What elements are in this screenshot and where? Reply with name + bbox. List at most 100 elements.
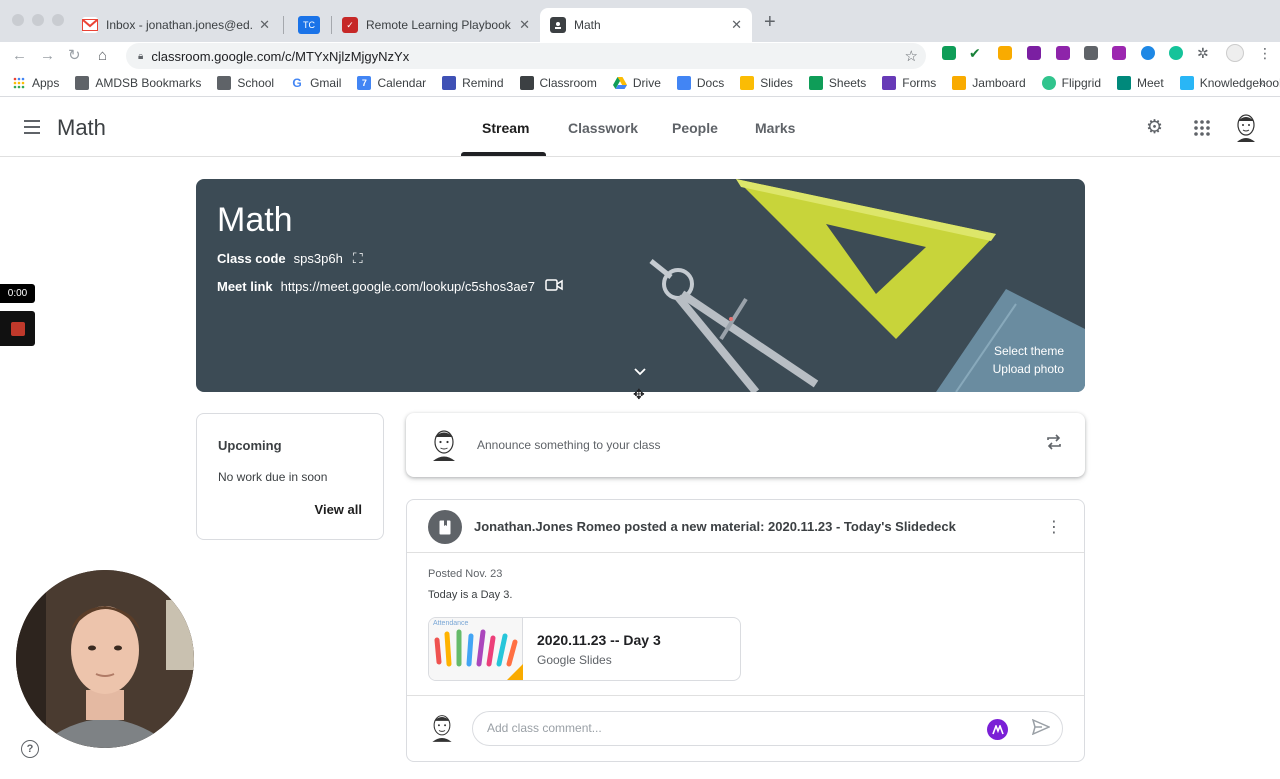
address-bar[interactable]: 🔒︎ classroom.google.com/c/MTYxNjlzMjgyNz… (126, 43, 926, 69)
chevron-down-icon[interactable] (634, 363, 646, 379)
post-body: Today is a Day 3. (428, 589, 513, 601)
reload-icon[interactable]: ↻ (68, 46, 81, 66)
bookmark-docs[interactable]: Docs (676, 76, 724, 90)
view-all-link[interactable]: View all (315, 502, 362, 517)
bookmark-apps[interactable]: Apps (12, 76, 59, 90)
b-extension-icon[interactable] (1027, 46, 1041, 60)
folder-icon (217, 76, 232, 90)
classroom-header: Math Stream Classwork People Marks ⚙ (0, 98, 1280, 157)
classroom-icon (519, 76, 534, 90)
send-icon[interactable] (1031, 718, 1051, 740)
announce-placeholder: Announce something to your class (477, 438, 661, 452)
select-theme-link[interactable]: Select theme (994, 344, 1064, 358)
star-icon[interactable]: ☆ (905, 47, 918, 65)
upcoming-card: Upcoming No work due in soon View all (196, 413, 384, 540)
tab-people[interactable]: People (672, 120, 718, 136)
bookmark-jamboard[interactable]: Jamboard (952, 76, 1026, 90)
bookmark-flipgrid[interactable]: Flipgrid (1041, 76, 1101, 90)
help-icon[interactable]: ? (21, 740, 39, 758)
presenter-video (16, 570, 194, 748)
repost-icon[interactable] (1045, 433, 1063, 457)
webcam-overlay (16, 570, 194, 748)
playbook-icon: ✓ (342, 17, 358, 33)
url-text: classroom.google.com/c/MTYxNjlzMjgyNzYx (151, 48, 410, 64)
window-zoom-button[interactable] (52, 14, 64, 26)
stream-post: Jonathan.Jones Romeo posted a new materi… (406, 499, 1085, 762)
puzzle-purple-extension-icon[interactable] (1056, 46, 1070, 60)
browser-tab-gmail[interactable]: Inbox - jonathan.jones@ed.amdsb.ca ✕ (72, 8, 280, 42)
browser-tab-playbook[interactable]: ✓ Remote Learning Playbook ✕ (332, 8, 540, 42)
meet-icon (1117, 76, 1131, 90)
pdf-extension-icon[interactable] (1084, 46, 1098, 60)
sheets-extension-icon[interactable] (942, 46, 956, 60)
bookmark-drive[interactable]: Drive (612, 76, 661, 90)
bookmark-slides[interactable]: Slides (740, 76, 793, 90)
menu-icon[interactable] (24, 120, 40, 134)
extension-badge-icon[interactable] (987, 719, 1008, 740)
check-extension-icon[interactable]: ✔ (969, 46, 983, 60)
tab-stream[interactable]: Stream (482, 120, 529, 136)
bookmark-meet[interactable]: Meet (1117, 76, 1164, 90)
close-icon[interactable]: ✕ (519, 17, 530, 33)
close-icon[interactable]: ✕ (731, 17, 742, 33)
bookmark-forms[interactable]: Forms (882, 76, 936, 90)
extensions-puzzle-icon[interactable]: ✲ (1197, 46, 1211, 60)
class-comment-input[interactable]: Add class comment... (472, 711, 1063, 746)
close-icon[interactable]: ✕ (259, 17, 270, 33)
slides-icon (740, 76, 755, 90)
sheets-icon (808, 76, 823, 90)
bookmark-gmail[interactable]: G Gmail (290, 76, 341, 90)
bookmark-classroom[interactable]: Classroom (519, 76, 597, 90)
post-title[interactable]: Jonathan.Jones Romeo posted a new materi… (474, 519, 956, 534)
jamboard-icon (952, 76, 967, 90)
bookmarks-bar: Apps AMDSB Bookmarks School G Gmail 7 Cale… (0, 70, 1280, 97)
bookmark-calendar[interactable]: 7 Calendar (357, 76, 426, 90)
forms-icon (882, 76, 897, 90)
home-icon[interactable]: ⌂ (98, 46, 107, 66)
bookmark-remind[interactable]: Remind (442, 76, 504, 90)
bookmark-school[interactable]: School (217, 76, 274, 90)
grammarly-extension-icon[interactable] (1169, 46, 1183, 60)
attachment-card[interactable]: Attendance 2020.11.23 -- Day 3 Google Sl… (428, 617, 741, 681)
thumb-extension-icon[interactable] (998, 46, 1012, 60)
forward-arrow-icon[interactable]: → (40, 46, 55, 66)
profile-avatar[interactable] (1226, 44, 1244, 62)
tab-classwork[interactable]: Classwork (568, 120, 638, 136)
chat-extension-icon[interactable] (1112, 46, 1126, 60)
bookmark-amdsb[interactable]: AMDSB Bookmarks (75, 76, 201, 90)
post-date: Posted Nov. 23 (428, 568, 503, 580)
account-avatar[interactable] (1233, 112, 1259, 147)
tc-icon: TC (298, 16, 320, 34)
upload-photo-link[interactable]: Upload photo (993, 362, 1064, 376)
back-arrow-icon[interactable]: ← (12, 46, 27, 66)
class-title: Math (57, 115, 106, 140)
recording-timer: 0:00 (0, 284, 35, 303)
tab-marks[interactable]: Marks (755, 120, 795, 136)
upcoming-heading: Upcoming (218, 438, 282, 453)
compass-extension-icon[interactable] (1141, 46, 1155, 60)
attachment-name: 2020.11.23 -- Day 3 (537, 632, 661, 648)
google-icon: G (292, 76, 302, 90)
meet-link[interactable]: https://meet.google.com/lookup/c5shos3ae… (281, 279, 535, 294)
browser-tab-tc[interactable]: TC (288, 8, 332, 42)
apps-grid-icon[interactable] (1194, 120, 1210, 141)
browser-menu-icon[interactable]: ⋮ (1258, 46, 1272, 60)
window-minimize-button[interactable] (32, 14, 44, 26)
stop-icon (10, 321, 25, 336)
bookmarks-overflow-icon[interactable]: » (1259, 75, 1266, 90)
browser-tab-math[interactable]: Math ✕ (540, 8, 752, 42)
flipgrid-icon (1041, 76, 1056, 90)
window-close-button[interactable] (12, 14, 24, 26)
fullscreen-icon[interactable]: ⛶ (353, 250, 363, 267)
announce-box[interactable]: Announce something to your class (406, 413, 1085, 477)
docs-icon (676, 76, 691, 90)
more-vert-icon[interactable]: ⋮ (1046, 517, 1062, 537)
gear-icon[interactable]: ⚙ (1146, 118, 1163, 138)
video-camera-icon[interactable] (545, 278, 563, 294)
post-divider (407, 552, 1084, 553)
new-tab-button[interactable]: + (764, 12, 776, 32)
knowledgehook-icon (1179, 76, 1194, 90)
bookmark-sheets[interactable]: Sheets (808, 76, 866, 90)
stop-recording-button[interactable] (0, 311, 35, 346)
comment-avatar (432, 715, 452, 742)
